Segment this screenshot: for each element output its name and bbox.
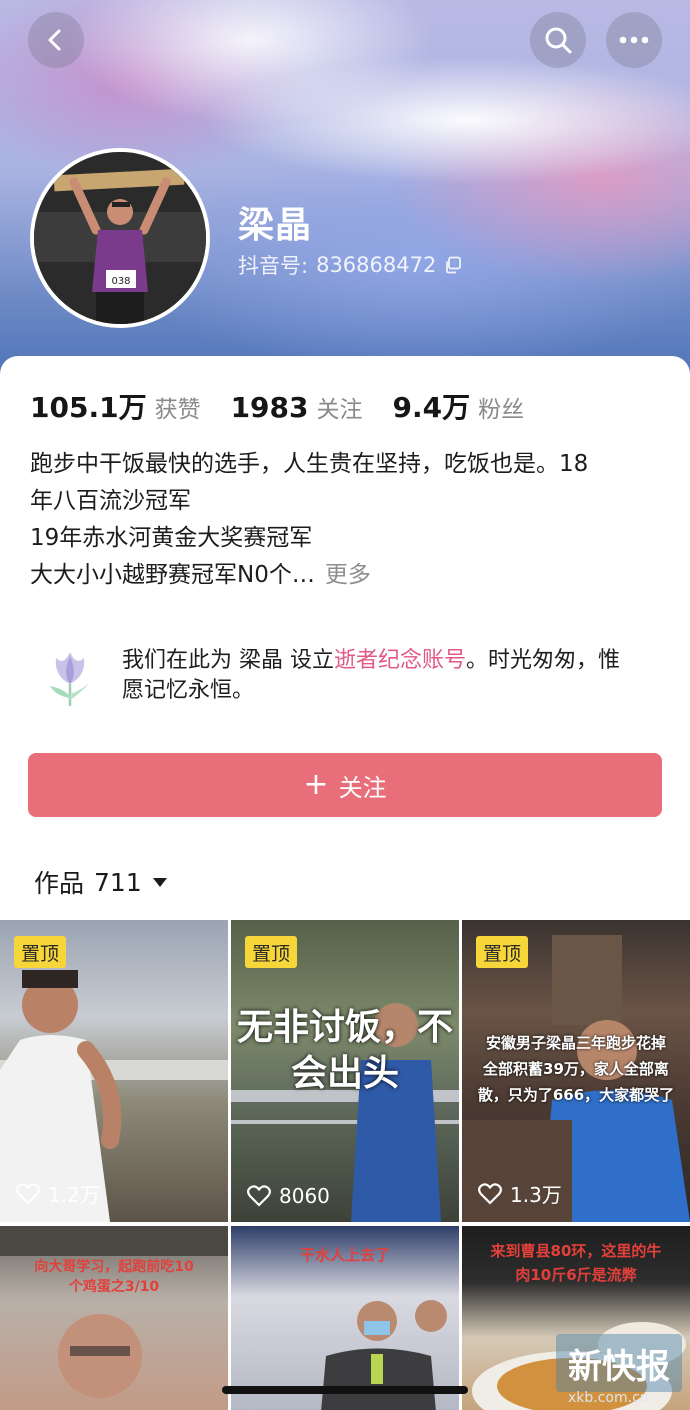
douyin-id-value: 836868472 — [316, 253, 437, 277]
bio-line: 19年赤水河黄金大奖赛冠军 — [30, 525, 313, 551]
bio: 跑步中干饭最快的选手，人生贵在坚持，吃饭也是。18 年八百流沙冠军 19年赤水河… — [30, 446, 660, 594]
bio-line-last: 大大小小越野赛冠军N0个… 更多 — [30, 557, 660, 594]
tab-works-count: 711 — [94, 867, 142, 897]
heart-icon — [247, 1185, 271, 1207]
follow-button[interactable]: + 关注 — [28, 753, 662, 817]
stat-followers-label: 粉丝 — [478, 397, 525, 423]
video-likes-count: 1.2万 — [48, 1183, 100, 1207]
back-button[interactable] — [28, 12, 84, 68]
home-indicator[interactable] — [222, 1386, 468, 1394]
stat-likes-label: 获赞 — [154, 397, 201, 423]
nickname: 梁晶 — [238, 205, 313, 246]
watermark-logo: 新快报 — [556, 1334, 682, 1392]
avatar[interactable]: 038 — [30, 148, 210, 328]
video-caption: 肉10斤6斤是流弊 — [515, 1266, 637, 1284]
pinned-badge: 置顶 — [14, 936, 67, 968]
plus-icon: + — [303, 767, 329, 802]
bio-more-link[interactable]: 更多 — [325, 562, 371, 588]
ellipsis-icon — [619, 36, 649, 44]
copy-icon[interactable] — [444, 256, 462, 274]
flower-icon — [50, 652, 90, 706]
video-tile[interactable]: 无非讨饭，不 会出头 置顶 8060 — [231, 920, 459, 1222]
video-caption: 来到曹县80环，这里的牛 — [490, 1242, 662, 1260]
video-caption: 个鸡蛋之3/10 — [68, 1279, 160, 1295]
memorial-text: 我们在此为 梁晶 设立逝者纪念账号。时光匆匆，惟愿记忆永恒。 — [122, 646, 642, 706]
stat-likes[interactable]: 105.1万 获赞 — [30, 386, 201, 426]
pinned-badge: 置顶 — [245, 936, 298, 968]
bio-line: 年八百流沙冠军 — [30, 488, 191, 514]
stats-row: 105.1万 获赞 1983 关注 9.4万 粉丝 — [30, 386, 524, 426]
video-thumbnail — [0, 1226, 228, 1398]
bio-line: 大大小小越野赛冠军N0个… — [30, 562, 315, 588]
stat-following-label: 关注 — [316, 397, 363, 423]
video-caption: 无非讨饭，不 — [236, 1007, 453, 1048]
stat-likes-value: 105.1万 — [30, 391, 147, 424]
chevron-left-icon — [48, 29, 61, 51]
video-likes: 1.2万 — [16, 1179, 100, 1208]
video-tile[interactable]: 置顶 1.2万 — [0, 920, 228, 1222]
stat-following[interactable]: 1983 关注 — [231, 390, 363, 424]
stat-followers-value: 9.4万 — [392, 391, 471, 424]
watermark-url: xkb.com.cn — [568, 1390, 649, 1406]
video-caption: 全部积蓄39万，家人全部离 — [483, 1060, 669, 1078]
runner-avatar-photo: 038 — [34, 152, 206, 324]
heart-icon — [478, 1182, 502, 1205]
pinned-badge: 置顶 — [476, 936, 529, 968]
stat-following-value: 1983 — [230, 391, 309, 424]
douyin-id: 抖音号: 836868472 — [238, 250, 462, 280]
video-likes: 1.3万 — [478, 1179, 562, 1208]
stat-followers[interactable]: 9.4万 粉丝 — [393, 386, 525, 426]
caret-down-icon[interactable] — [152, 876, 168, 888]
memorial-notice: 我们在此为 梁晶 设立逝者纪念账号。时光匆匆，惟愿记忆永恒。 — [44, 646, 644, 716]
follow-button-label: 关注 — [338, 773, 387, 802]
video-tile[interactable]: 干水人上去了 — [231, 1226, 459, 1410]
search-button[interactable] — [530, 12, 586, 68]
memorial-account-link[interactable]: 逝者纪念账号 — [334, 648, 466, 673]
video-caption: 干水人上去了 — [299, 1246, 390, 1264]
video-caption: 散，只为了666，大家都哭了 — [477, 1086, 675, 1104]
video-tile[interactable]: 向大哥学习，起跑前吃10 个鸡蛋之3/10 — [0, 1226, 228, 1410]
search-icon — [545, 27, 572, 54]
video-likes-count: 8060 — [279, 1184, 330, 1208]
douyin-id-label: 抖音号: — [238, 254, 309, 278]
tab-works-label: 作品 — [34, 869, 85, 898]
memorial-text-before: 我们在此为 梁晶 设立 — [122, 648, 334, 673]
heart-icon — [16, 1182, 40, 1205]
video-caption: 向大哥学习，起跑前吃10 — [34, 1259, 194, 1275]
tab-works[interactable]: 作品 711 — [34, 864, 168, 900]
bib-number: 038 — [111, 276, 130, 287]
video-likes-count: 1.3万 — [510, 1183, 562, 1207]
video-tile[interactable]: 安徽男子梁晶三年跑步花掉 全部积蓄39万，家人全部离 散，只为了666，大家都哭… — [462, 920, 690, 1222]
video-caption: 会出头 — [290, 1053, 399, 1094]
bio-line: 跑步中干饭最快的选手，人生贵在坚持，吃饭也是。18 — [30, 451, 589, 477]
profile-header: 038 梁晶 抖音号: 836868472 — [0, 0, 690, 380]
video-caption: 安徽男子梁晶三年跑步花掉 — [485, 1034, 666, 1052]
video-likes: 8060 — [247, 1184, 330, 1208]
more-button[interactable] — [606, 12, 662, 68]
